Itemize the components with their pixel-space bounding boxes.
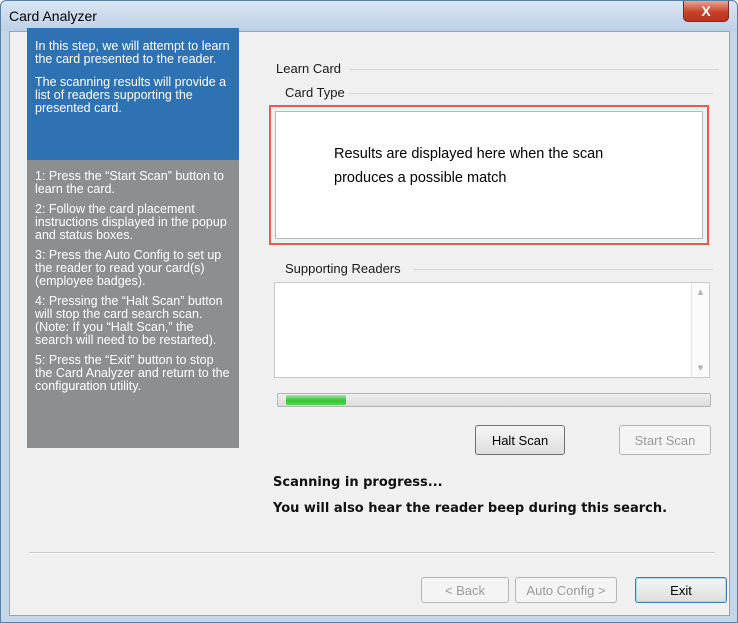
scroll-down-icon[interactable]: ▼ — [692, 361, 709, 375]
back-button[interactable]: < Back — [421, 577, 509, 603]
scan-progress-bar — [277, 393, 711, 407]
step-text: 2: Follow the card placement instruction… — [35, 202, 227, 242]
supporting-readers-group-line — [413, 269, 713, 270]
card-type-result-box: Results are displayed here when the scan… — [275, 111, 703, 239]
footer-divider — [29, 552, 715, 554]
halt-scan-button[interactable]: Halt Scan — [475, 425, 565, 455]
step-text: 3: Press the Auto Config to set up the r… — [35, 248, 222, 288]
supporting-readers-list[interactable]: ▲ ▼ — [274, 282, 710, 378]
auto-config-button[interactable]: Auto Config > — [515, 577, 617, 603]
card-type-result-text: Results are displayed here when the scan… — [334, 146, 604, 186]
sidebar-intro: In this step, we will attempt to learn t… — [27, 28, 239, 160]
title-bar[interactable]: Card Analyzer X — [1, 1, 737, 31]
status-line-beep: You will also hear the reader beep durin… — [273, 501, 668, 516]
readers-scrollbar[interactable]: ▲ ▼ — [691, 283, 709, 377]
card-type-label: Card Type — [285, 85, 347, 100]
window-title: Card Analyzer — [9, 8, 97, 24]
instructions-sidebar: In this step, we will attempt to learn t… — [27, 28, 239, 448]
step-text: 1: Press the “Start Scan” button to lear… — [35, 169, 224, 196]
step-text: 5: Press the “Exit” button to stop the C… — [35, 353, 230, 393]
card-analyzer-window: Card Analyzer X In this step, we will at… — [0, 0, 738, 623]
close-icon: X — [701, 3, 711, 19]
card-type-result-highlight: Results are displayed here when the scan… — [269, 105, 709, 245]
start-scan-button[interactable]: Start Scan — [619, 425, 711, 455]
supporting-readers-label: Supporting Readers — [285, 261, 403, 276]
intro-text: The scanning results will provide a list… — [35, 75, 227, 115]
step-text: 4: Pressing the “Halt Scan” button will … — [35, 294, 223, 347]
scan-progress-fill — [286, 395, 347, 405]
close-button[interactable]: X — [683, 1, 729, 22]
card-type-group-line — [349, 93, 713, 94]
exit-button[interactable]: Exit — [635, 577, 727, 603]
intro-text: In this step, we will attempt to learn t… — [35, 39, 230, 66]
learn-card-group-line — [349, 69, 719, 70]
status-line-scanning: Scanning in progress... — [273, 475, 443, 490]
learn-card-group-title: Learn Card — [276, 61, 344, 76]
scroll-up-icon[interactable]: ▲ — [692, 285, 709, 299]
sidebar-steps: 1: Press the “Start Scan” button to lear… — [27, 160, 239, 393]
